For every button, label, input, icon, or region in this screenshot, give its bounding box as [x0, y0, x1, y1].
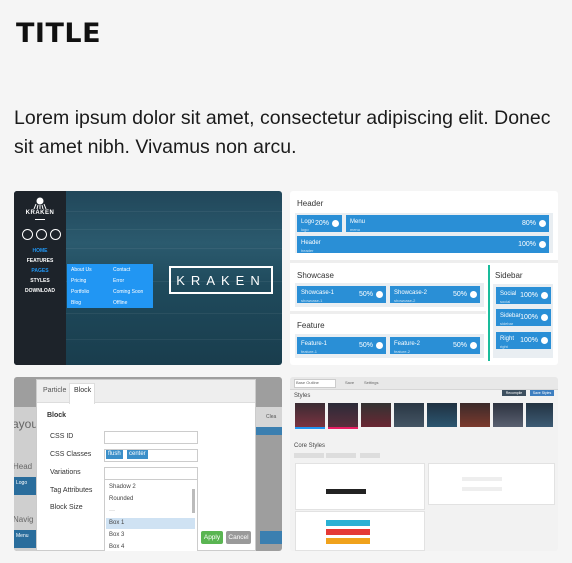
feature-2-block[interactable]: Feature-2 feature-2 50% — [390, 337, 480, 354]
toolbar-settings[interactable]: Settings — [364, 380, 378, 385]
settings-icon[interactable] — [470, 342, 477, 349]
settings-icon[interactable] — [541, 314, 548, 321]
settings-icon[interactable] — [376, 291, 383, 298]
header-block[interactable]: Header header 100% — [297, 236, 549, 253]
class-tag-flush[interactable]: flush — [106, 450, 123, 459]
settings-icon[interactable] — [332, 220, 339, 227]
style-thumbnail[interactable] — [328, 403, 358, 427]
cancel-button[interactable]: Cancel — [226, 531, 251, 544]
kraken-logo-text: KRAKEN — [25, 210, 55, 216]
kraken-theme-screenshot[interactable]: KRAKEN HOME FEATURES PAGES STYLES DOWNLO… — [14, 191, 282, 365]
menu-item-blog[interactable]: Blog — [71, 300, 81, 306]
bg-logo-text: Logo — [16, 480, 28, 486]
sidebar-section-title: Sidebar — [495, 271, 523, 280]
css-id-input[interactable] — [104, 431, 198, 444]
settings-icon[interactable] — [541, 292, 548, 299]
menu-item-pricing[interactable]: Pricing — [71, 278, 86, 284]
menu-item-coming-soon[interactable]: Coming Soon — [113, 289, 143, 295]
font-families-panel — [428, 463, 555, 505]
base-styles-panel — [295, 463, 425, 510]
nav-pages[interactable]: PAGES — [14, 268, 66, 274]
bg-header-text: Head — [14, 462, 33, 471]
sidebar-block[interactable]: Sidebar sidebar 100% — [496, 309, 551, 326]
style-thumbnail[interactable] — [427, 403, 457, 427]
header-section-title: Header — [297, 199, 324, 208]
bg-navigation-text: Navig — [14, 515, 34, 524]
bg-menu-text: Menu — [16, 533, 29, 539]
styles-title: Styles — [294, 393, 311, 399]
nav-download[interactable]: DOWNLOAD — [14, 288, 66, 294]
nav-features[interactable]: FEATURES — [14, 258, 66, 264]
css-classes-label: CSS Classes — [50, 451, 92, 458]
right-block[interactable]: Right right 100% — [496, 332, 551, 349]
save-styles-button[interactable]: Save Styles — [530, 390, 554, 396]
tag-attributes-label: Tag Attributes — [50, 487, 93, 494]
toolbar-save[interactable]: Save — [345, 380, 354, 385]
option-shadow-2[interactable]: Shadow 2 — [106, 482, 195, 493]
tab-block[interactable]: Block — [74, 387, 91, 394]
option-separator: — — [109, 508, 115, 514]
tab-particle[interactable]: Particle — [43, 387, 66, 394]
accent-color-1-swatch[interactable] — [326, 520, 370, 526]
style-thumbnail[interactable] — [361, 403, 391, 427]
recompile-css-button[interactable]: Recompile CSS — [502, 390, 526, 401]
apply-button[interactable]: Apply — [201, 531, 223, 544]
menu-item-about[interactable]: About Us — [71, 267, 92, 273]
intro-paragraph: Lorem ipsum dolor sit amet, consectetur … — [14, 107, 551, 158]
accent-color-2-swatch[interactable] — [326, 529, 370, 535]
menu-item-error[interactable]: Error — [113, 278, 124, 284]
menu-block[interactable]: Menu menu 80% — [346, 215, 549, 232]
accent-color-3-swatch[interactable] — [326, 538, 370, 544]
css-id-label: CSS ID — [50, 433, 74, 440]
outline-select[interactable]: Base Outline — [296, 380, 319, 385]
settings-icon[interactable] — [470, 291, 477, 298]
option-box-1[interactable]: Box 1 — [106, 518, 195, 529]
block-heading: Block — [47, 412, 67, 419]
page-title: TITLE — [16, 18, 102, 49]
style-thumbnail[interactable] — [526, 403, 553, 427]
nav-home[interactable]: HOME — [14, 248, 66, 254]
layout-manager-screenshot[interactable]: Header Logo logo 20% Menu menu 80% Heade… — [290, 191, 558, 365]
option-rounded[interactable]: Rounded — [106, 494, 195, 505]
bg-clear-text: Clea — [266, 414, 277, 420]
kraken-sidebar: KRAKEN HOME FEATURES PAGES STYLES DOWNLO… — [14, 191, 66, 365]
feature-1-block[interactable]: Feature-1 feature-1 50% — [297, 337, 386, 354]
settings-icon[interactable] — [539, 241, 546, 248]
showcase-section-title: Showcase — [297, 271, 334, 280]
social-icons — [22, 229, 61, 240]
class-tag-center[interactable]: center — [127, 450, 148, 459]
pinterest-icon[interactable] — [50, 229, 61, 240]
twitter-icon[interactable] — [36, 229, 47, 240]
social-block[interactable]: Social social 100% — [496, 287, 551, 304]
facebook-icon[interactable] — [22, 229, 33, 240]
menu-item-offline[interactable]: Offline — [113, 300, 127, 306]
showcase-2-block[interactable]: Showcase-2 showcase-2 50% — [390, 286, 480, 303]
settings-icon[interactable] — [541, 337, 548, 344]
style-thumbnail[interactable] — [295, 403, 325, 427]
menu-item-portfolio[interactable]: Portfolio — [71, 289, 89, 295]
menu-item-contact[interactable]: Contact — [113, 267, 130, 273]
settings-icon[interactable] — [539, 220, 546, 227]
block-size-label: Block Size — [50, 504, 83, 511]
option-box-4[interactable]: Box 4 — [106, 542, 195, 550]
settings-icon[interactable] — [376, 342, 383, 349]
hero-kraken-text: KRAKEN — [169, 266, 273, 294]
styles-panel-screenshot[interactable]: Base Outline Save Settings Styles Recomp… — [290, 377, 558, 551]
option-box-3[interactable]: Box 3 — [106, 530, 195, 541]
logo-block[interactable]: Logo logo 20% — [297, 215, 342, 232]
feature-section-title: Feature — [297, 321, 325, 330]
variations-label: Variations — [50, 469, 81, 476]
block-settings-screenshot[interactable]: ayou Head Logo Navig Menu Clea Particle … — [14, 377, 282, 551]
core-styles-title: Core Styles — [294, 443, 326, 449]
kraken-logo-icon — [33, 197, 47, 210]
nav-styles[interactable]: STYLES — [14, 278, 66, 284]
showcase-1-block[interactable]: Showcase-1 showcase-1 50% — [297, 286, 386, 303]
style-thumbnail[interactable] — [394, 403, 424, 427]
pages-dropdown-menu: About Us Pricing Portfolio Blog Contact … — [67, 264, 153, 308]
drag-divider[interactable] — [488, 265, 490, 361]
style-thumbnail[interactable] — [460, 403, 490, 427]
bg-layout-text: ayou — [14, 417, 39, 431]
style-thumbnail[interactable] — [493, 403, 523, 427]
